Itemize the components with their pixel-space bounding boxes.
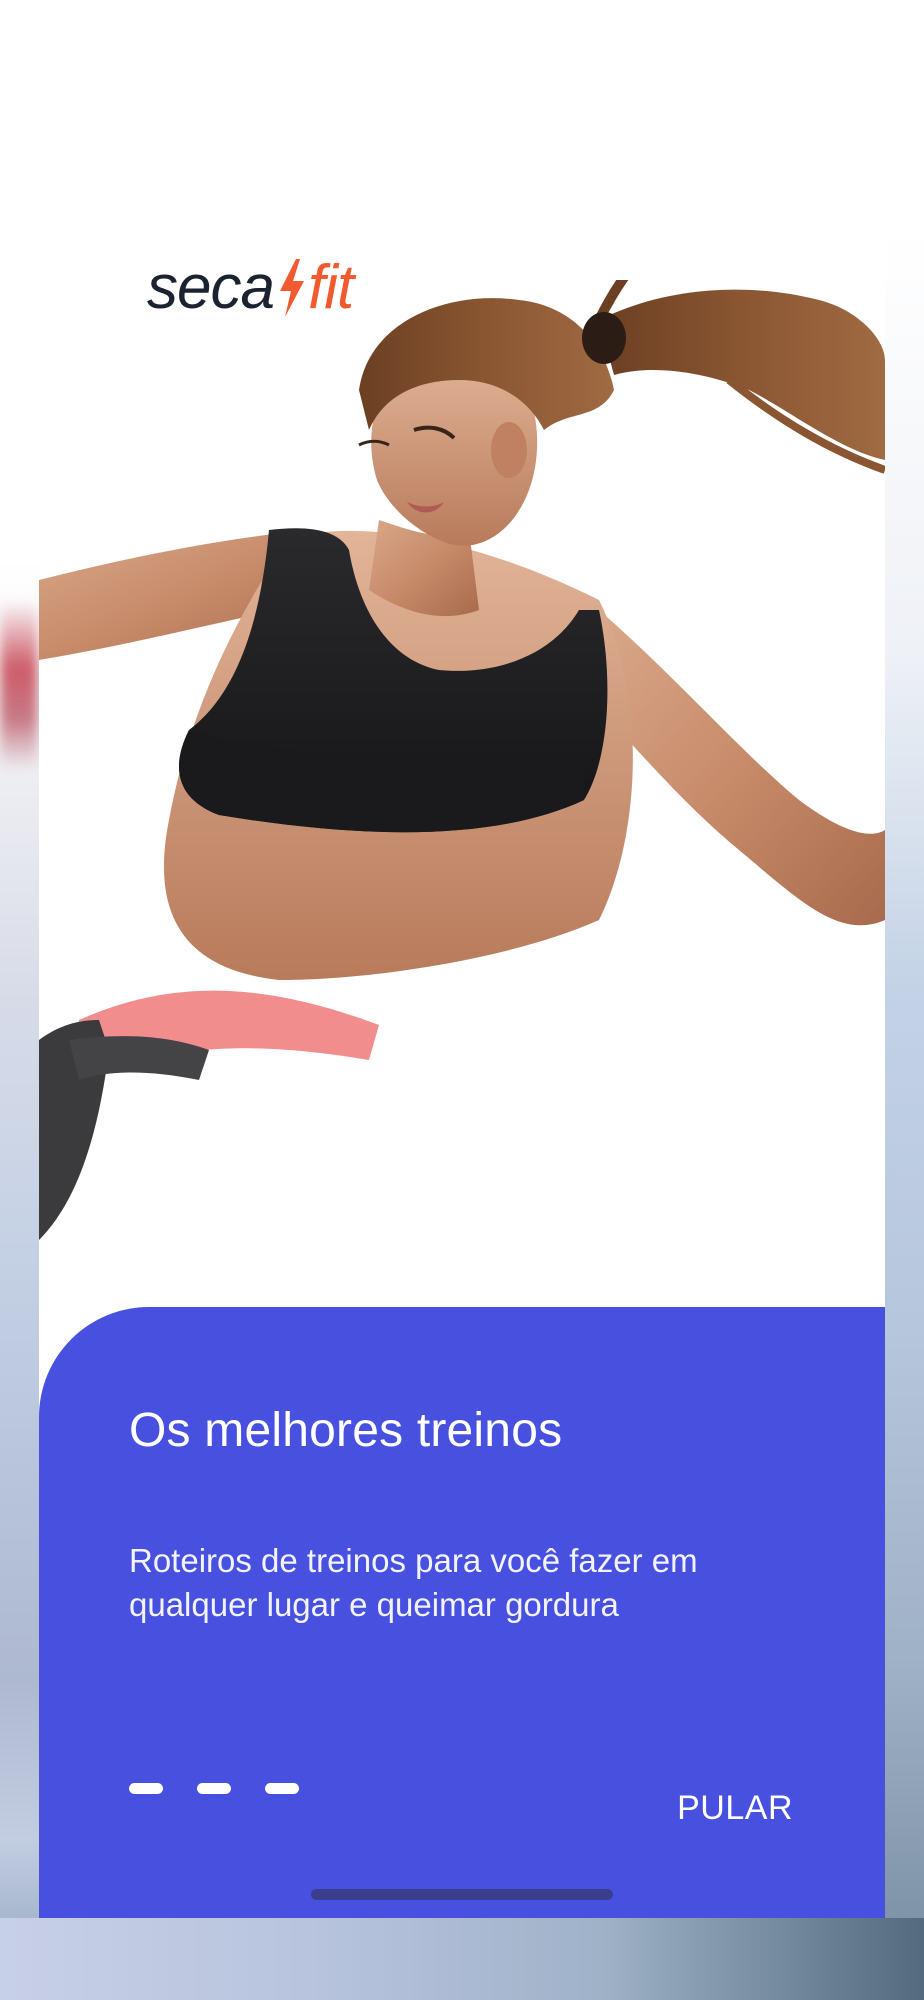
brand-logo: seca fit bbox=[147, 252, 354, 323]
background-accent bbox=[0, 600, 38, 770]
onboarding-title: Os melhores treinos bbox=[129, 1404, 563, 1457]
lightning-icon bbox=[279, 258, 304, 317]
page-dot[interactable] bbox=[197, 1783, 231, 1794]
page-dot[interactable] bbox=[129, 1783, 163, 1794]
onboarding-screen: seca fit Os melhores treinos Roteiros de… bbox=[0, 0, 924, 2000]
page-indicator bbox=[129, 1783, 299, 1794]
onboarding-panel: Os melhores treinos Roteiros de treinos … bbox=[39, 1307, 885, 1918]
background-edge bbox=[884, 230, 924, 1920]
page-dot[interactable] bbox=[265, 1783, 299, 1794]
logo-text-seca: seca bbox=[147, 253, 275, 322]
hero-image bbox=[39, 280, 885, 1240]
onboarding-subtitle: Roteiros de treinos para você fazer em q… bbox=[129, 1542, 698, 1623]
skip-button[interactable]: PULAR bbox=[677, 1789, 793, 1828]
background-bottom bbox=[0, 1918, 924, 2000]
logo-text-fit: fit bbox=[307, 253, 354, 322]
onboarding-card: seca fit Os melhores treinos Roteiros de… bbox=[39, 0, 885, 1918]
home-indicator bbox=[311, 1889, 613, 1900]
